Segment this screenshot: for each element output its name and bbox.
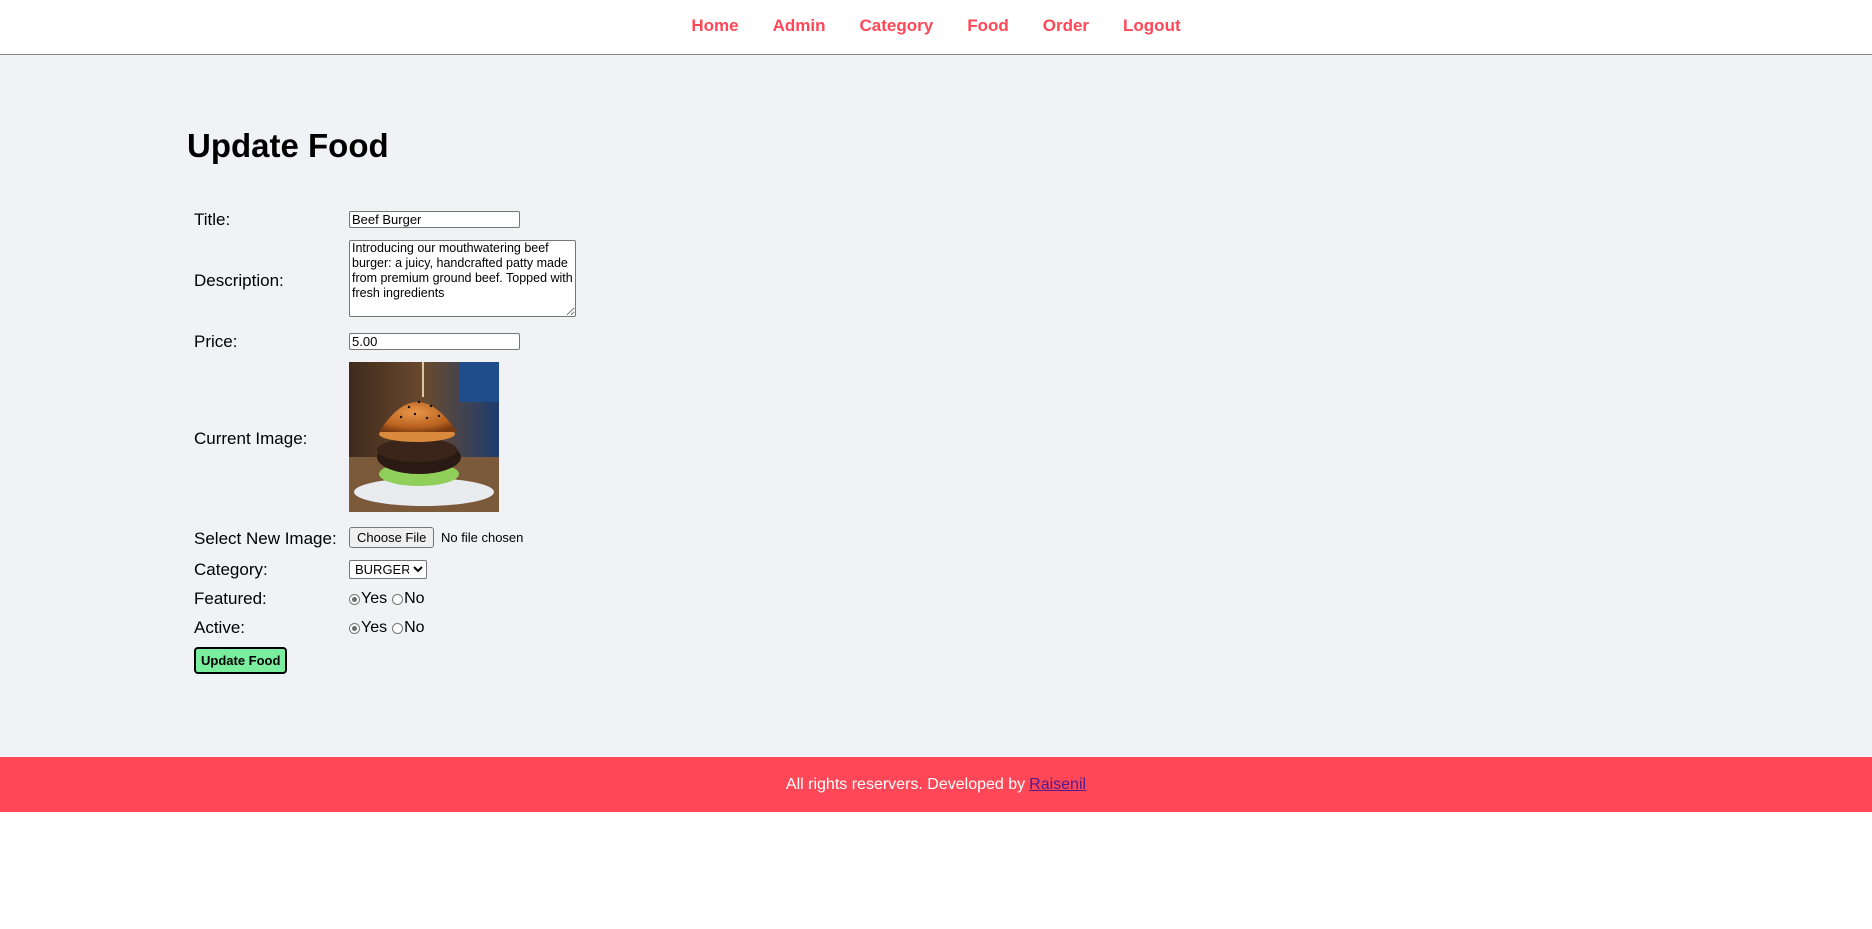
current-food-image xyxy=(349,362,499,512)
footer: All rights reservers. Developed by Raise… xyxy=(0,757,1872,812)
page-title: Update Food xyxy=(187,127,389,164)
category-select[interactable]: BURGER xyxy=(349,560,427,579)
featured-label: Featured: xyxy=(194,589,267,608)
nav-logout-link[interactable]: Logout xyxy=(1123,16,1181,36)
nav-food-link[interactable]: Food xyxy=(967,16,1009,36)
price-input[interactable] xyxy=(349,333,520,350)
description-label: Description: xyxy=(194,271,284,290)
active-yes-radio[interactable] xyxy=(349,622,360,634)
active-no-radio[interactable] xyxy=(392,622,404,634)
category-label: Category: xyxy=(194,560,268,579)
footer-text: All rights reservers. Developed by xyxy=(785,775,1026,793)
active-radio-group: Yes No xyxy=(349,619,430,637)
featured-yes-label[interactable]: Yes xyxy=(361,590,387,608)
footer-developer-link[interactable]: Raisenil xyxy=(1029,776,1086,794)
file-status-text: No file chosen xyxy=(441,530,524,545)
select-image-label: Select New Image: xyxy=(194,529,337,548)
choose-file-button[interactable]: Choose File xyxy=(349,527,435,548)
update-food-button[interactable]: Update Food xyxy=(194,647,288,674)
active-yes-label[interactable]: Yes xyxy=(361,619,387,637)
current-image-label: Current Image: xyxy=(194,429,308,448)
nav-home-link[interactable]: Home xyxy=(691,16,738,36)
featured-yes-radio[interactable] xyxy=(349,593,360,605)
title-label: Title: xyxy=(194,210,231,229)
featured-no-radio[interactable] xyxy=(392,593,404,605)
active-label: Active: xyxy=(194,618,246,637)
nav-order-link[interactable]: Order xyxy=(1043,16,1089,36)
active-no-label[interactable]: No xyxy=(404,619,424,637)
burger-image xyxy=(349,362,499,512)
nav-category-link[interactable]: Category xyxy=(860,16,934,36)
description-textarea[interactable]: Introducing our mouthwatering beef burge… xyxy=(349,240,576,317)
nav-admin-link[interactable]: Admin xyxy=(773,16,826,36)
featured-no-label[interactable]: No xyxy=(404,590,424,608)
main-content: Update Food Title: Description: Introduc… xyxy=(0,55,1872,757)
price-label: Price: xyxy=(194,332,238,351)
title-input[interactable] xyxy=(349,211,520,228)
featured-radio-group: Yes No xyxy=(349,590,430,608)
top-nav: Home Admin Category Food Order Logout xyxy=(0,0,1872,55)
